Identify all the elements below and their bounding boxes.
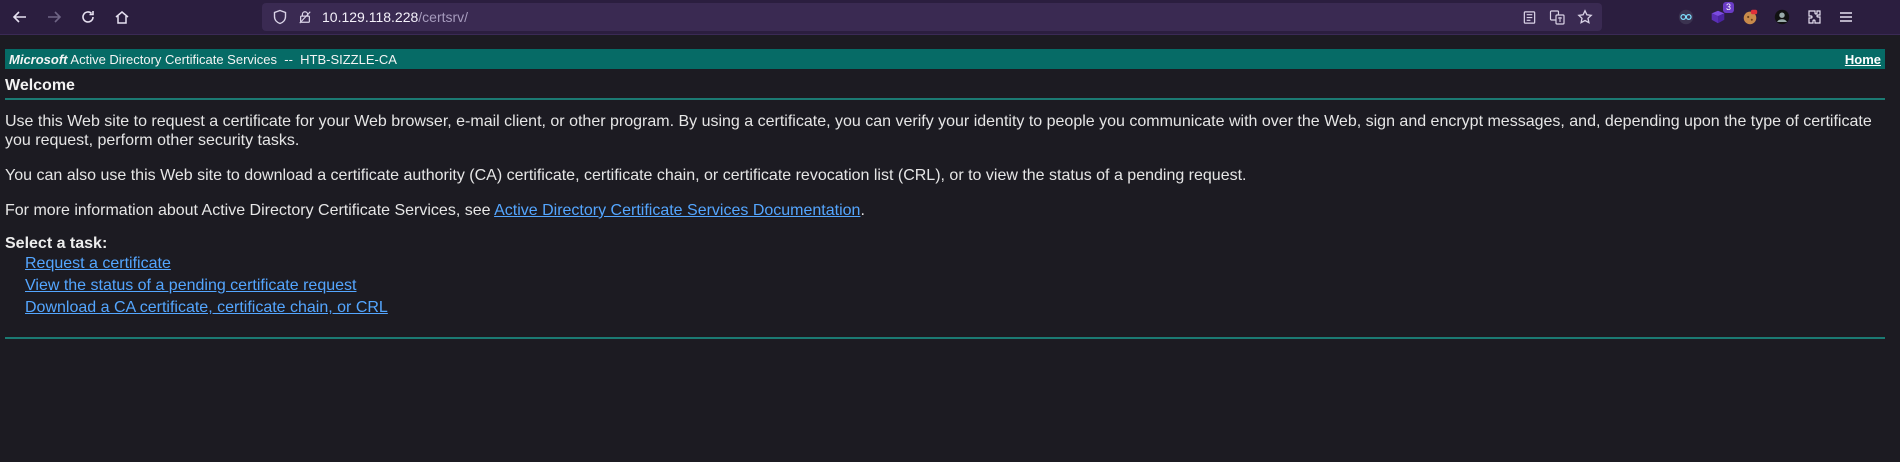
hamburger-menu-icon[interactable] bbox=[1836, 7, 1856, 27]
pending-request-status-link[interactable]: View the status of a pending certificate… bbox=[25, 277, 356, 294]
url-path: /certsrv/ bbox=[418, 9, 469, 25]
footer-divider bbox=[5, 337, 1885, 339]
download-ca-certificate-link[interactable]: Download a CA certificate, certificate c… bbox=[25, 299, 388, 316]
glasses-extension-icon[interactable] bbox=[1676, 7, 1696, 27]
brand-name: Microsoft bbox=[9, 51, 68, 67]
download-paragraph: You can also use this Web site to downlo… bbox=[5, 167, 1247, 184]
user-extension-icon[interactable] bbox=[1772, 7, 1792, 27]
extension-badge: 3 bbox=[1722, 2, 1734, 13]
home-icon bbox=[115, 11, 129, 24]
translate-icon[interactable] bbox=[1548, 8, 1566, 26]
select-task-label: Select a task: bbox=[5, 235, 108, 252]
intro-paragraph: Use this Web site to request a certifica… bbox=[5, 113, 1872, 149]
reader-view-icon[interactable] bbox=[1520, 8, 1538, 26]
lock-icon[interactable] bbox=[298, 10, 312, 24]
info-paragraph: For more information about Active Direct… bbox=[5, 201, 1885, 220]
task-item: Download a CA certificate, certificate c… bbox=[25, 297, 1885, 319]
reload-button[interactable] bbox=[71, 0, 105, 34]
certsrv-header-bar: Microsoft Active Directory Certificate S… bbox=[5, 49, 1885, 69]
back-button[interactable] bbox=[3, 0, 37, 34]
browser-toolbar: 10.129.118.228/certsrv/ 3 bbox=[0, 0, 1900, 35]
page-heading: Welcome bbox=[5, 77, 1885, 100]
info-prefix: For more information about Active Direct… bbox=[5, 202, 495, 219]
tracking-protection-shield-icon[interactable] bbox=[272, 9, 288, 25]
home-button[interactable] bbox=[105, 0, 139, 34]
url-text[interactable]: 10.129.118.228/certsrv/ bbox=[322, 9, 468, 25]
task-item: Request a certificate bbox=[25, 253, 1885, 275]
info-suffix: . bbox=[860, 202, 865, 219]
task-list: Request a certificate View the status of… bbox=[5, 253, 1885, 319]
header-title: Microsoft Active Directory Certificate S… bbox=[9, 52, 397, 67]
forward-button[interactable] bbox=[37, 0, 71, 34]
purple-extension-icon[interactable]: 3 bbox=[1708, 2, 1734, 27]
forward-arrow-icon bbox=[48, 11, 62, 23]
documentation-link[interactable]: Active Directory Certificate Services Do… bbox=[494, 202, 860, 219]
page-content: Microsoft Active Directory Certificate S… bbox=[0, 35, 1890, 339]
reload-icon bbox=[82, 11, 94, 23]
home-link[interactable]: Home bbox=[1845, 52, 1881, 67]
extensions-puzzle-icon[interactable] bbox=[1804, 7, 1824, 27]
cookie-extension-icon[interactable] bbox=[1740, 7, 1760, 27]
url-host: 10.129.118.228 bbox=[322, 9, 419, 25]
bookmark-star-icon[interactable] bbox=[1576, 8, 1594, 26]
task-item: View the status of a pending certificate… bbox=[25, 275, 1885, 297]
back-arrow-icon bbox=[12, 11, 26, 23]
service-title: Active Directory Certificate Services --… bbox=[70, 51, 397, 67]
address-bar[interactable]: 10.129.118.228/certsrv/ bbox=[262, 3, 1602, 31]
request-certificate-link[interactable]: Request a certificate bbox=[25, 255, 171, 272]
